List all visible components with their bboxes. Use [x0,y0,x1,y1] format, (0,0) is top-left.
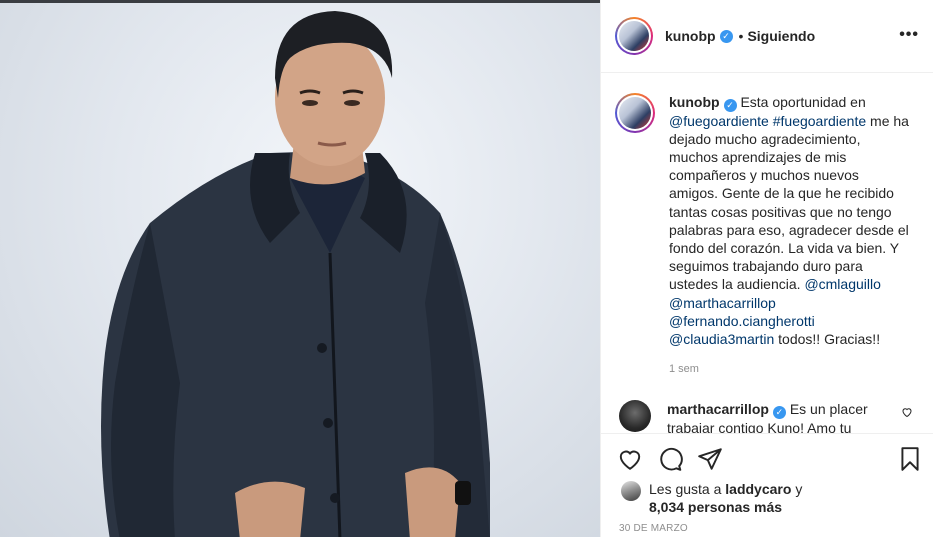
hashtag-link[interactable]: #fuegoardiente [773,113,866,129]
post-photo[interactable] [0,0,600,537]
verified-badge-icon: ✓ [723,98,737,112]
post-actions: Les gusta a laddycaro y 8,034 personas m… [601,433,933,537]
separator-dot: • [738,28,744,44]
mention-link[interactable]: @fernando.ciangherotti [669,313,815,329]
commenter-username[interactable]: marthacarrillop [667,401,769,417]
mention-link[interactable]: @cmlaguillo [804,276,880,292]
following-button[interactable]: Siguiendo [747,28,815,44]
mention-link[interactable]: @fuegoardiente [669,113,769,129]
caption-text: Esta oportunidad en [740,94,866,110]
commenter-avatar[interactable] [619,400,651,433]
likes-count[interactable]: 8,034 personas más [649,499,782,515]
comment-like-icon[interactable] [901,406,913,421]
post-header: kunobp ✓ • Siguiendo ••• [601,0,933,73]
caption-author-avatar[interactable] [615,93,655,133]
mention-link[interactable]: @claudia3martin [669,331,774,347]
verified-badge-icon: ✓ [772,406,786,420]
heart-icon[interactable] [617,446,643,472]
post-caption: kunobp ✓ Esta oportunidad en @fuegoardien… [615,93,919,378]
likes-prefix: Les gusta a [649,481,722,497]
liker-username[interactable]: laddycaro [725,481,791,497]
author-avatar[interactable] [615,17,653,55]
comment-icon[interactable] [657,446,683,472]
caption-body: kunobp ✓ Esta oportunidad en @fuegoardien… [669,93,909,378]
more-icon[interactable]: ••• [899,26,919,44]
post-details-panel: kunobp ✓ • Siguiendo ••• kunobp ✓ Esta op… [600,0,933,537]
mention-link[interactable]: @marthacarrillop [669,295,776,311]
comment-item: marthacarrillop ✓ Es un placer trabajar c… [615,400,919,434]
verified-badge-icon: ✓ [719,29,733,43]
share-icon[interactable] [697,446,723,472]
likes-summary: Les gusta a laddycaro y 8,034 personas m… [621,480,802,516]
comments-list[interactable]: kunobp ✓ Esta oportunidad en @fuegoardien… [601,74,933,434]
bookmark-icon[interactable] [897,446,923,472]
post-date[interactable]: 30 DE MARZO [619,523,688,534]
caption-username[interactable]: kunobp [669,94,720,110]
caption-text: me ha dejado mucho agradecimiento, mucho… [669,112,909,293]
author-username[interactable]: kunobp [665,28,716,44]
caption-text: todos!! Gracias!! [778,331,881,348]
liker-avatar[interactable] [621,481,641,501]
caption-time[interactable]: 1 sem [669,360,909,378]
post-image [101,11,490,537]
likes-text: Les gusta a laddycaro y 8,034 personas m… [649,480,802,516]
action-icons [617,446,921,474]
comment-body: marthacarrillop ✓ Es un placer trabajar c… [667,400,877,434]
likes-conjunction: y [795,481,803,497]
